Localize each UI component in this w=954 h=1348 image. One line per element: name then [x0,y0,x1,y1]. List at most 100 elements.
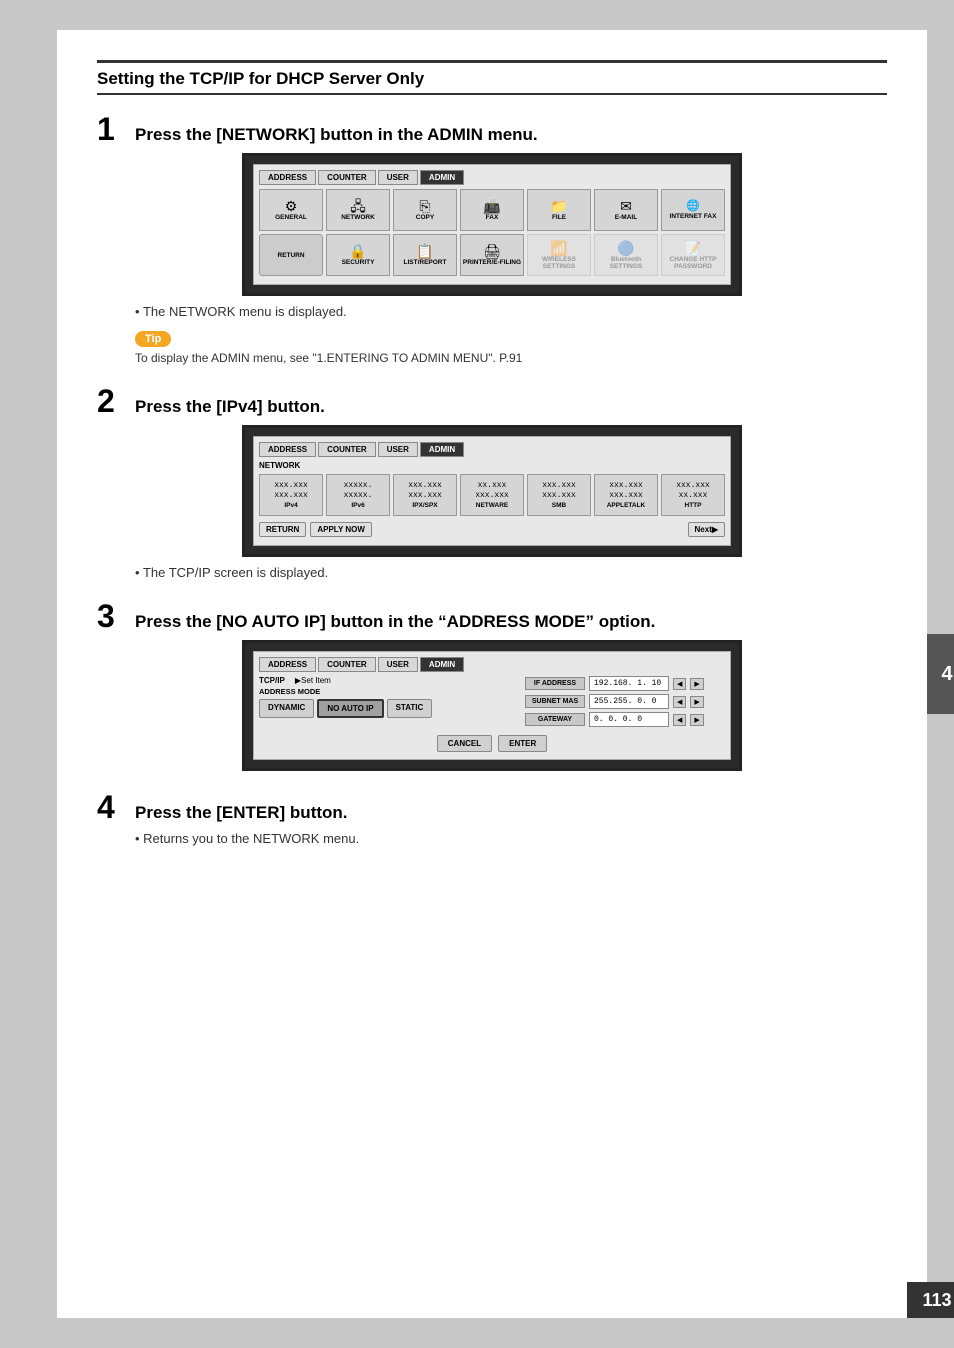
icon-internet-fax[interactable]: 🌐 INTERNET FAX [661,189,725,231]
tab-address[interactable]: ADDRESS [259,170,316,185]
tab-counter[interactable]: COUNTER [318,170,376,185]
screen3-tab-address[interactable]: ADDRESS [259,657,316,672]
network-label: NETWORK [341,214,375,221]
subnet-right-btn[interactable]: ▶ [690,696,703,708]
screen1: ADDRESS COUNTER USER ADMIN ⚙ GENERAL 🖧 [242,153,742,296]
gateway-row: GATEWAY 0. 0. 0. 0 ◀ ▶ [525,712,725,727]
enter-button[interactable]: ENTER [498,735,547,752]
return-label: RETURN [277,252,304,259]
chapter-tab: 4 [927,634,954,714]
mode-noauto-btn[interactable]: NO AUTO IP [317,699,383,718]
step-3-instruction: Press the [NO AUTO IP] button in the “AD… [135,612,655,632]
icon-smb[interactable]: xxx.xxxxxx.xxx SMB [527,474,591,516]
screen2-tab-counter[interactable]: COUNTER [318,442,376,457]
icon-ipxspx[interactable]: xxx.xxxxxx.xxx IPX/SPX [393,474,457,516]
step-1: 1 Press the [NETWORK] button in the ADMI… [97,113,887,365]
icon-netware[interactable]: xx.xxxxxx.xxx NETWARE [460,474,524,516]
screen3-content: TCP/IP ▶Set Item ADDRESS MODE DYNAMIC NO… [259,676,725,730]
bluetooth-label: Bluetooth SETTINGS [596,256,656,270]
ipxspx-label: IPX/SPX [412,502,437,509]
tcpip-set-item: ▶Set Item [295,676,331,685]
ip-address-left-btn[interactable]: ◀ [673,678,686,690]
step-4: 4 Press the [ENTER] button. Returns you … [97,791,887,846]
icon-printer[interactable]: 🖨 PRINTER/E-FILING [460,234,524,276]
step-1-number: 1 [97,113,125,145]
screen3-tabs: ADDRESS COUNTER USER ADMIN [259,657,725,672]
netware-label: NETWARE [476,502,509,509]
http-label: HTTP [685,502,702,509]
screen2-tab-address[interactable]: ADDRESS [259,442,316,457]
screen3-tab-admin[interactable]: ADMIN [420,657,464,672]
file-icon: 📁 [550,199,567,213]
gateway-value: 0. 0. 0. 0 [589,712,669,727]
fax-icon: 📠 [483,199,500,213]
screen2-tab-admin[interactable]: ADMIN [420,442,464,457]
netware-sym: xx.xxxxxx.xxx [475,481,509,500]
screen2-wrapper: ADDRESS COUNTER USER ADMIN NETWORK xxx.x… [97,425,887,557]
security-icon: 🔒 [349,244,366,258]
screen1-icon-row1: ⚙ GENERAL 🖧 NETWORK ⎘ COPY 📠 [259,189,725,231]
screen3-tab-counter[interactable]: COUNTER [318,657,376,672]
icon-wireless[interactable]: 📶 WIRELESS SETTINGS [527,234,591,276]
tab-user[interactable]: USER [378,170,418,185]
file-label: FILE [552,214,566,221]
printer-icon: 🖨 [483,244,501,258]
top-rule [97,60,887,63]
ipv4-label: IPv4 [284,502,297,509]
cancel-button[interactable]: CANCEL [437,735,492,752]
screen2-tab-user[interactable]: USER [378,442,418,457]
step-2-instruction: Press the [IPv4] button. [135,397,325,417]
screen2-bottom: RETURN APPLY NOW Next▶ [259,519,725,540]
gateway-right-btn[interactable]: ▶ [690,714,703,726]
subnet-left-btn[interactable]: ◀ [673,696,686,708]
smb-sym: xxx.xxxxxx.xxx [542,481,576,500]
address-mode-label: ADDRESS MODE [259,687,519,696]
icon-network[interactable]: 🖧 NETWORK [326,189,390,231]
icon-email[interactable]: ✉ E-MAIL [594,189,658,231]
icon-copy[interactable]: ⎘ COPY [393,189,457,231]
screen2-inner: ADDRESS COUNTER USER ADMIN NETWORK xxx.x… [253,436,731,546]
icon-change-http[interactable]: 📝 CHANGE HTTP PASSWORD [661,234,725,276]
mode-dynamic-btn[interactable]: DYNAMIC [259,699,314,718]
icon-ipv6[interactable]: xxxxx.xxxxx. IPv6 [326,474,390,516]
screen2-return-btn[interactable]: RETURN [259,522,306,537]
ip-address-right-btn[interactable]: ▶ [690,678,703,690]
screen2-next-btn[interactable]: Next▶ [688,522,726,537]
icon-http[interactable]: xxx.xxxxx.xxx HTTP [661,474,725,516]
screen3-right: IF ADDRESS 192.168. 1. 10 ◀ ▶ SUBNET MAS… [525,676,725,730]
step-4-instruction: Press the [ENTER] button. [135,803,348,823]
icon-bluetooth[interactable]: 🔵 Bluetooth SETTINGS [594,234,658,276]
icon-ipv4[interactable]: xxx.xxxxxx.xxx IPv4 [259,474,323,516]
step-2-number: 2 [97,385,125,417]
screen1-icon-row2: RETURN 🔒 SECURITY 📋 LIST/REPORT 🖨 P [259,234,725,276]
icon-general[interactable]: ⚙ GENERAL [259,189,323,231]
tab-admin[interactable]: ADMIN [420,170,464,185]
section-title: Setting the TCP/IP for DHCP Server Only [97,69,887,95]
icon-file[interactable]: 📁 FILE [527,189,591,231]
icon-return[interactable]: RETURN [259,234,323,276]
step-1-header: 1 Press the [NETWORK] button in the ADMI… [97,113,887,145]
gateway-left-btn[interactable]: ◀ [673,714,686,726]
wireless-icon: 📶 [550,241,567,255]
icon-security[interactable]: 🔒 SECURITY [326,234,390,276]
icon-appletalk[interactable]: xxx.xxxxxx.xxx APPLETALK [594,474,658,516]
screen2-icon-row: xxx.xxxxxx.xxx IPv4 xxxxx.xxxxx. IPv6 xx… [259,474,725,516]
subnet-mask-label: SUBNET MAS [525,695,585,708]
mode-static-btn[interactable]: STATIC [387,699,433,718]
step-2: 2 Press the [IPv4] button. ADDRESS COUNT… [97,385,887,580]
icon-fax[interactable]: 📠 FAX [460,189,524,231]
security-label: SECURITY [342,259,375,266]
tip-badge: Tip [135,331,171,347]
screen3-inner: ADDRESS COUNTER USER ADMIN TCP/IP ▶Set I… [253,651,731,760]
screen2-apply-btn[interactable]: APPLY NOW [310,522,372,537]
icon-list-report[interactable]: 📋 LIST/REPORT [393,234,457,276]
tcpip-header: TCP/IP ▶Set Item [259,676,519,685]
smb-label: SMB [552,502,566,509]
screen1-tabs: ADDRESS COUNTER USER ADMIN [259,170,725,185]
screen3-tab-user[interactable]: USER [378,657,418,672]
step-4-bullet: Returns you to the NETWORK menu. [135,831,887,846]
ip-address-row: IF ADDRESS 192.168. 1. 10 ◀ ▶ [525,676,725,691]
wireless-label: WIRELESS SETTINGS [529,256,589,270]
mode-buttons: DYNAMIC NO AUTO IP STATIC [259,699,519,718]
step-1-bullet: The NETWORK menu is displayed. [135,304,887,319]
